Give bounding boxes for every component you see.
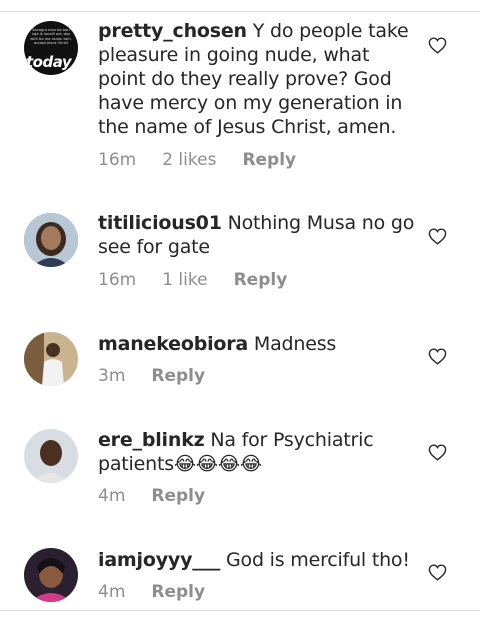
comment-body: pretty_chosen Y do people take pleasure … [98,19,416,139]
comment-text: Madness [253,333,337,355]
avatar-label: today [26,53,72,71]
bottom-divider [0,610,480,611]
comment-time: 4m [98,486,126,506]
avatar-photo [24,213,78,267]
comment-time: 16m [98,150,137,170]
reply-button[interactable]: Reply [151,366,205,386]
comment-username[interactable]: titilicious01 [98,212,222,234]
heart-icon[interactable] [428,348,447,365]
comment-time: 4m [98,582,126,602]
comment-username[interactable]: manekeobiora [98,333,248,355]
comment-meta: 16m 1 like Reply [98,270,313,290]
comment-time: 16m [98,270,137,290]
comment-username[interactable]: pretty_chosen [98,20,247,42]
reply-button[interactable]: Reply [242,150,296,170]
heart-icon[interactable] [428,564,447,581]
avatar-photo [24,548,78,602]
comment-item: manekeobiora Madness 3m Reply [0,300,480,420]
comment-time: 3m [98,366,126,386]
avatar[interactable] [24,548,78,602]
comment-body: iamjoyyy___ God is merciful tho! [98,548,416,572]
comment-meta: 4m Reply [98,582,231,602]
comment-meta: 3m Reply [98,366,231,386]
reply-button[interactable]: Reply [234,270,288,290]
comment-text: God is merciful tho! [226,549,410,571]
comment-body: manekeobiora Madness [98,332,416,356]
comment-item: Sacagra man ba bari nga ik lonalli ann d… [0,0,480,180]
comment-item: iamjoyyy___ God is merciful tho! 4m Repl… [0,520,480,610]
avatar-photo [24,429,78,483]
comment-likes[interactable]: 1 like [162,270,207,290]
comment-body: titilicious01 Nothing Musa no go see for… [98,211,416,259]
reply-button[interactable]: Reply [151,582,205,602]
heart-icon[interactable] [428,37,447,54]
comment-meta: 16m 2 likes Reply [98,150,322,170]
comment-username[interactable]: iamjoyyy___ [98,549,220,571]
avatar[interactable] [24,213,78,267]
avatar-small-text: Sacagra man ba bari nga ik lonalli ann d… [30,28,72,46]
heart-icon[interactable] [428,444,447,461]
avatar[interactable] [24,332,78,386]
comment-meta: 4m Reply [98,486,231,506]
reply-button[interactable]: Reply [151,486,205,506]
avatar[interactable]: Sacagra man ba bari nga ik lonalli ann d… [24,21,78,75]
comment-item: titilicious01 Nothing Musa no go see for… [0,180,480,300]
avatar[interactable] [24,429,78,483]
comment-body: ere_blinkz Na for Psychiatric patients😂😂… [98,428,416,476]
comment-likes[interactable]: 2 likes [162,150,216,170]
comment-username[interactable]: ere_blinkz [98,429,205,451]
avatar-photo [24,332,78,386]
heart-icon[interactable] [428,228,447,245]
